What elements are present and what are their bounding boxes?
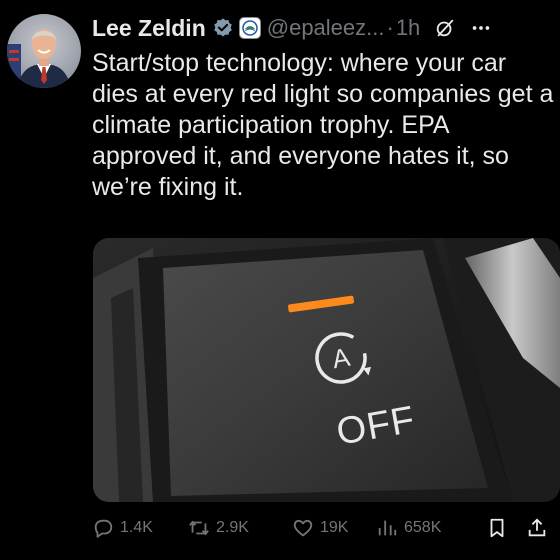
- share-icon: [528, 518, 546, 537]
- avatar[interactable]: [7, 14, 81, 88]
- more-icon[interactable]: [470, 17, 492, 39]
- bookmark-icon: [490, 518, 504, 538]
- bookmark-button[interactable]: [486, 517, 526, 539]
- like-button[interactable]: 19K: [292, 517, 376, 539]
- tweet-header: Lee Zeldin @epaleez... · 1h: [92, 10, 552, 46]
- reply-count: 1.4K: [120, 519, 153, 536]
- tweet: Lee Zeldin @epaleez... · 1h Start/stop t…: [0, 0, 560, 560]
- tweet-text: Start/stop technology: where your car di…: [92, 49, 554, 201]
- reply-icon: [94, 519, 113, 538]
- author-handle[interactable]: @epaleez...: [267, 15, 385, 41]
- heart-icon: [293, 519, 313, 537]
- grok-icon[interactable]: [434, 17, 456, 39]
- avatar-portrait: [7, 29, 71, 88]
- tweet-image[interactable]: A OFF: [93, 238, 560, 502]
- view-count: 658K: [404, 519, 442, 536]
- share-button[interactable]: [526, 517, 550, 539]
- epa-emblem: [242, 20, 258, 36]
- separator-dot: ·: [386, 15, 394, 40]
- like-count: 19K: [320, 519, 349, 536]
- epa-logo-icon[interactable]: [238, 17, 261, 39]
- verified-badge-icon: [213, 18, 232, 37]
- tweet-actions: 1.4K 2.9K 19K 658K: [92, 510, 560, 546]
- repost-count: 2.9K: [216, 519, 249, 536]
- repost-button[interactable]: 2.9K: [188, 517, 292, 539]
- start-stop-button-photo: A OFF: [93, 238, 560, 502]
- post-time[interactable]: 1h: [396, 15, 420, 41]
- author-name[interactable]: Lee Zeldin: [92, 15, 206, 42]
- views-button[interactable]: 658K: [376, 517, 486, 539]
- repost-icon: [189, 520, 209, 536]
- reply-button[interactable]: 1.4K: [92, 517, 188, 539]
- views-icon: [378, 520, 397, 536]
